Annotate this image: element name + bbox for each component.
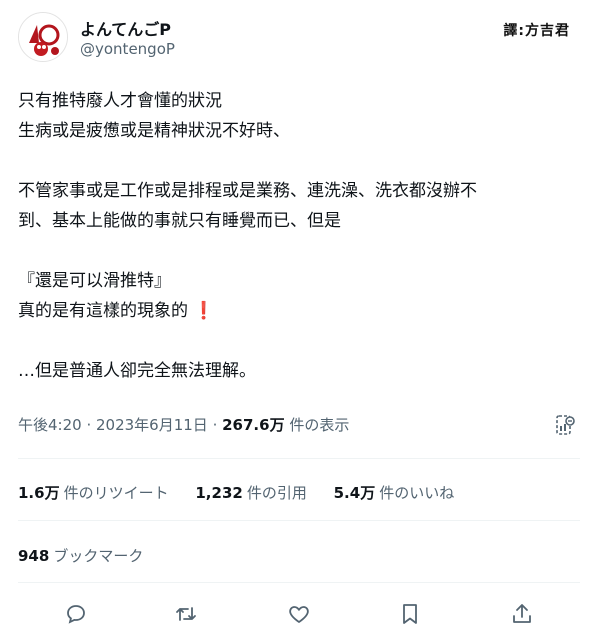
quotes-stat[interactable]: 1,232 件の引用 <box>195 482 306 503</box>
likes-count: 5.4万 <box>333 484 376 502</box>
translator-watermark: 譯:方吉君 <box>503 23 570 39</box>
tweet-line: …但是普通人卻完全無法理解。 <box>18 361 256 381</box>
likes-label: 件のいいね <box>379 484 455 502</box>
tweet-line: 『還是可以滑推特』 <box>18 271 171 291</box>
quotes-count: 1,232 <box>195 484 243 502</box>
avatar[interactable] <box>18 12 68 62</box>
retweet-icon[interactable] <box>172 600 200 628</box>
tweet-line: 不管家事或是工作或是排程或是業務、連洗澡、洗衣都沒辦不 <box>18 181 477 201</box>
divider <box>18 582 580 583</box>
view-count: 267.6万 <box>222 416 285 434</box>
reply-icon[interactable] <box>62 600 90 628</box>
avatar-image <box>19 13 67 61</box>
bookmark-icon[interactable] <box>396 600 424 628</box>
bookmarks-count: 948 <box>18 547 50 565</box>
share-icon[interactable] <box>508 600 536 628</box>
meta-separator: · <box>207 416 223 434</box>
retweets-label: 件のリツイート <box>63 484 169 502</box>
tweet-line: 生病或是疲憊或是精神狀況不好時、 <box>18 121 290 141</box>
user-handle[interactable]: @yontengoP <box>80 40 175 58</box>
tweet-stats: 1.6万 件のリツイート 1,232 件の引用 5.4万 件のいいね <box>18 482 476 503</box>
tweet-line: 到、基本上能做的事就只有睡覺而已、但是 <box>18 211 341 231</box>
view-label: 件の表示 <box>284 416 350 434</box>
tweet-meta: 午後4:20 · 2023年6月11日 · 267.6万 件の表示 <box>18 414 349 435</box>
tweet-time[interactable]: 午後4:20 <box>18 416 82 434</box>
meta-separator: · <box>81 416 96 434</box>
bookmarks-stat[interactable]: 948 ブックマーク <box>18 545 143 566</box>
display-name[interactable]: よんてんごP <box>80 16 171 40</box>
bookmarks-label: ブックマーク <box>53 547 144 565</box>
action-bar <box>0 596 598 632</box>
tweet-date[interactable]: 2023年6月11日 <box>96 416 208 434</box>
tweet-header: よんてんごP @yontengoP 譯:方吉君 <box>18 12 580 68</box>
quotes-label: 件の引用 <box>246 484 307 502</box>
retweets-count: 1.6万 <box>18 484 60 502</box>
exclamation-icon: ❗ <box>193 301 215 321</box>
tweet-line-text: 真的是有這樣的現象的 <box>18 301 188 321</box>
tweet-line: 真的是有這樣的現象的 ❗ <box>18 296 583 326</box>
divider <box>18 458 580 459</box>
tweet-text: 只有推特廢人才會懂的狀況 生病或是疲憊或是精神狀況不好時、 不管家事或是工作或是… <box>18 86 583 386</box>
likes-stat[interactable]: 5.4万 件のいいね <box>334 482 455 503</box>
analytics-icon[interactable] <box>556 414 576 436</box>
retweets-stat[interactable]: 1.6万 件のリツイート <box>18 482 169 503</box>
divider <box>18 520 580 521</box>
heart-icon[interactable] <box>285 600 313 628</box>
tweet-line: 只有推特廢人才會懂的狀況 <box>18 91 222 111</box>
